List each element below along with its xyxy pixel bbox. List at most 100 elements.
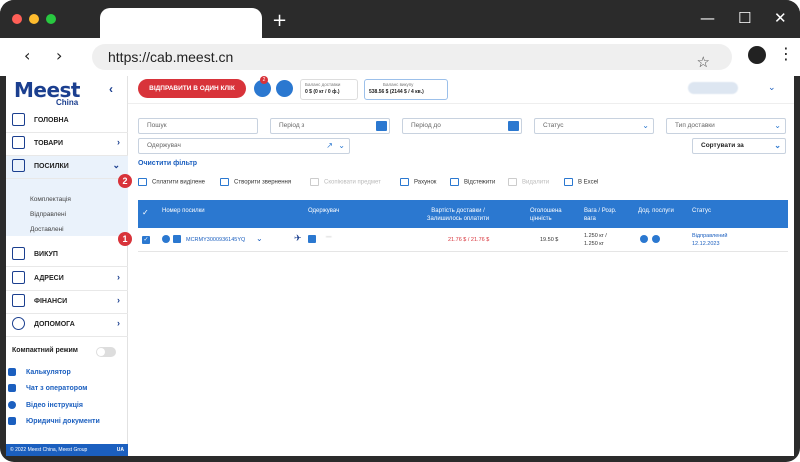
copy-icon[interactable]	[173, 235, 181, 243]
column-header-number[interactable]: Номер посилки	[162, 207, 205, 215]
copy-icon	[310, 178, 319, 186]
compact-mode-toggle[interactable]	[96, 347, 116, 357]
delete-button[interactable]: Видалити	[508, 178, 549, 186]
step-marker-2: 2	[118, 174, 132, 188]
column-header-recipient[interactable]: Одержувач	[308, 207, 339, 215]
column-header-delivery-cost[interactable]: Вартість доставки / Залишилось оплатити	[418, 207, 498, 223]
submenu-item-delivered[interactable]: Доставлені	[30, 226, 64, 233]
table-header: ✓ Номер посилки Одержувач Вартість доста…	[138, 200, 788, 228]
minimize-window-dot[interactable]	[29, 14, 39, 24]
invoice-button[interactable]: Рахунок	[400, 178, 436, 186]
sidebar-item-label: ГОЛОВНА	[34, 117, 69, 124]
search-placeholder: Пошук	[147, 122, 167, 129]
video-guide-link[interactable]: Відео інструкція	[8, 401, 83, 409]
track-icon	[450, 178, 459, 186]
sidebar-item-label: АДРЕСИ	[34, 275, 64, 282]
column-header-services[interactable]: Дод. послуги	[638, 207, 674, 215]
back-icon[interactable]: ‹	[24, 46, 30, 65]
sidebar-item-label: ФІНАНСИ	[34, 298, 68, 305]
select-all-checkbox[interactable]: ✓	[142, 209, 149, 217]
export-excel-button[interactable]: В Excel	[564, 178, 598, 186]
service-icon[interactable]	[640, 235, 648, 243]
top-bar: ВІДПРАВИТИ В ОДИН КЛІК 2 Баланс доставки…	[128, 76, 794, 104]
sidebar-item-buyout[interactable]: ВИКУП	[6, 244, 128, 267]
user-menu[interactable]	[688, 82, 738, 94]
calculator-icon	[8, 368, 16, 376]
submenu-item-packaging[interactable]: Комплектація	[30, 196, 71, 203]
external-link-icon[interactable]: ↗	[326, 139, 333, 153]
weight-calc: 1.250 кг	[584, 241, 604, 247]
chevron-right-icon: ›	[117, 318, 120, 328]
forward-icon[interactable]: ›	[56, 46, 62, 65]
chevron-down-icon: ⌄	[112, 160, 120, 170]
browser-menu-icon[interactable]: ⋮	[778, 44, 794, 63]
language-switch[interactable]: UA	[117, 444, 124, 456]
sort-select[interactable]: Сортувати за ⌄	[692, 138, 786, 154]
declared-value: 19.50 $	[540, 237, 559, 243]
create-request-button[interactable]: Створити звернення	[220, 178, 291, 186]
calendar-icon[interactable]	[508, 121, 519, 131]
sort-label: Сортувати за	[701, 142, 744, 149]
chevron-down-icon[interactable]: ⌄	[256, 235, 263, 243]
copy-item-button[interactable]: Скопіювати предмет	[310, 178, 381, 186]
new-tab-button[interactable]: +	[272, 10, 287, 31]
sidebar-item-help[interactable]: ДОПОМОГА ›	[6, 314, 128, 337]
search-input[interactable]: Пошук	[138, 118, 258, 134]
buyout-balance-value: 538.56 $ (2144 $ / 4 кв.)	[369, 89, 424, 95]
calendar-icon[interactable]	[376, 121, 387, 131]
chat-link[interactable]: Чат з оператором	[8, 384, 87, 392]
close-button[interactable]: ✕	[774, 9, 787, 27]
period-from-field[interactable]: Період з	[270, 118, 390, 134]
period-to-field[interactable]: Період до	[402, 118, 522, 134]
delivery-type-select[interactable]: Тип доставки ⌄	[666, 118, 786, 134]
status-text[interactable]: Відправлений	[692, 233, 727, 240]
calculator-link[interactable]: Калькулятор	[8, 368, 71, 376]
parcel-number[interactable]: MCRMY3000936145YQ	[186, 237, 245, 244]
bookmark-star-icon[interactable]: ☆	[697, 49, 710, 75]
sidebar-item-parcels[interactable]: ПОСИЛКИ ⌄	[6, 156, 128, 179]
column-header-declared-value[interactable]: Оголошена цінність	[530, 207, 570, 223]
buyout-balance[interactable]: Баланс викупу 538.56 $ (2144 $ / 4 кв.)	[364, 79, 448, 100]
pay-selected-button[interactable]: Сплатити виділене	[138, 178, 205, 186]
book-icon[interactable]	[276, 80, 293, 97]
cart-icon	[12, 247, 25, 260]
track-button[interactable]: Відстежити	[450, 178, 495, 186]
buyout-balance-title: Баланс викупу	[383, 82, 414, 87]
trash-icon	[508, 178, 517, 186]
submenu-item-sent[interactable]: Відправлені	[30, 211, 66, 218]
link-label: Юридичні документи	[26, 417, 100, 425]
profile-icon[interactable]	[748, 46, 766, 64]
address-bar-row: ‹ › https://cab.meest.cn ☆	[0, 38, 800, 76]
clear-filter-link[interactable]: Очистити фільтр	[138, 160, 197, 167]
maximize-button[interactable]: ☐	[738, 9, 751, 27]
service-icon[interactable]	[652, 235, 660, 243]
sidebar-footer: © 2022 Meest China, Meest Group UA	[6, 444, 128, 456]
close-window-dot[interactable]	[12, 14, 22, 24]
mail-icon	[220, 178, 229, 186]
legal-docs-link[interactable]: Юридичні документи	[8, 417, 100, 425]
delivery-balance[interactable]: Баланс доставки 0 $ (0 кг / 0 ф.)	[300, 79, 358, 100]
chevron-right-icon: ›	[117, 137, 120, 147]
collapse-sidebar-icon[interactable]: ‹	[109, 82, 113, 96]
row-checkbox[interactable]: ✓	[142, 236, 150, 244]
sidebar-item-finance[interactable]: ФІНАНСИ ›	[6, 291, 128, 314]
recipient-name: —	[326, 234, 332, 240]
chevron-down-icon[interactable]: ⌄	[768, 82, 776, 93]
recipient-select[interactable]: Одержувач ↗ ⌄	[138, 138, 350, 154]
notification-badge: 2	[260, 76, 268, 84]
send-one-click-button[interactable]: ВІДПРАВИТИ В ОДИН КЛІК	[138, 79, 246, 98]
table-row[interactable]: ✓ MCRMY3000936145YQ ⌄ ✈ — 21.76 $ / 21.7…	[138, 228, 788, 252]
status-date: 12.12.2023	[692, 241, 720, 247]
browser-tab[interactable]	[100, 8, 262, 40]
url-field[interactable]: https://cab.meest.cn ☆	[92, 44, 732, 71]
status-select[interactable]: Статус ⌄	[534, 118, 654, 134]
sidebar-item-home[interactable]: ГОЛОВНА	[6, 110, 128, 133]
sidebar-item-goods[interactable]: ТОВАРИ ›	[6, 133, 128, 156]
wallet-icon	[12, 294, 25, 307]
zoom-window-dot[interactable]	[46, 14, 56, 24]
column-header-weight[interactable]: Вага / Розр. вага	[584, 207, 628, 223]
sidebar-item-addresses[interactable]: АДРЕСИ ›	[6, 268, 128, 291]
column-header-status[interactable]: Статус	[692, 207, 711, 215]
box-icon	[12, 136, 25, 149]
minimize-button[interactable]: —	[700, 9, 715, 27]
